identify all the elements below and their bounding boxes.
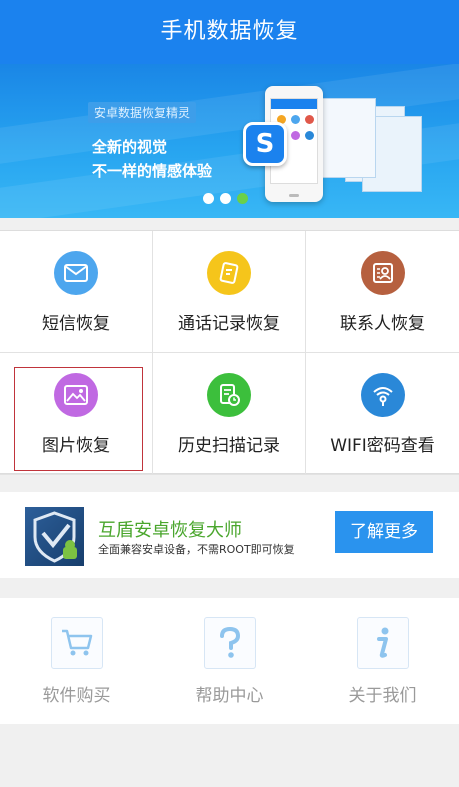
carousel-dot[interactable] [203, 193, 214, 204]
feature-contacts-recovery[interactable]: 联系人恢复 [306, 231, 459, 353]
app-logo-icon: S [243, 122, 287, 166]
banner-slogan-line2: 不一样的情感体验 [92, 162, 213, 180]
feature-scan-history[interactable]: 历史扫描记录 [153, 353, 306, 475]
banner-tag: 安卓数据恢复精灵 [88, 102, 197, 123]
feature-label: 通话记录恢复 [178, 314, 280, 334]
menu-item-label: 关于我们 [348, 686, 417, 706]
feature-label: 联系人恢复 [340, 314, 425, 334]
menu-item-about[interactable]: 关于我们 [306, 598, 459, 724]
cart-icon [50, 617, 103, 669]
promo-card[interactable]: 互盾安卓恢复大师 全面兼容安卓设备，不需ROOT即可恢复 了解更多 [0, 492, 459, 578]
bottom-menu: 软件购买 帮助中心 关于我们 [0, 598, 459, 724]
carousel-indicator[interactable] [203, 193, 248, 204]
shield-logo-icon [25, 507, 84, 566]
contact-card-icon [360, 251, 405, 295]
feature-label: 历史扫描记录 [178, 436, 280, 456]
feature-call-log-recovery[interactable]: 通话记录恢复 [153, 231, 306, 353]
app-title: 手机数据恢复 [160, 19, 299, 44]
feature-label: 图片恢复 [42, 436, 110, 456]
banner-slogan-line1: 全新的视觉 [92, 138, 168, 156]
feature-label: 短信恢复 [42, 314, 110, 334]
promo-title: 互盾安卓恢复大师 [98, 520, 242, 541]
feature-grid: 短信恢复 通话记录恢复 联系人恢复 图片恢复 历史扫描记录 WIFI密码查看 [0, 230, 459, 475]
envelope-icon [54, 251, 98, 295]
wifi-lock-icon [360, 373, 405, 417]
question-icon [203, 617, 256, 669]
history-doc-icon [207, 373, 251, 417]
image-icon [54, 373, 98, 417]
banner-screenshot-card [318, 98, 376, 178]
learn-more-button[interactable]: 了解更多 [335, 511, 433, 553]
feature-sms-recovery[interactable]: 短信恢复 [0, 231, 153, 353]
phone-note-icon [207, 251, 251, 295]
promo-subtitle: 全面兼容安卓设备，不需ROOT即可恢复 [98, 543, 295, 556]
promo-banner[interactable]: 安卓数据恢复精灵 全新的视觉 不一样的情感体验 S [0, 64, 459, 218]
feature-photo-recovery[interactable]: 图片恢复 [0, 353, 153, 475]
feature-wifi-password[interactable]: WIFI密码查看 [306, 353, 459, 475]
feature-label: WIFI密码查看 [330, 436, 435, 456]
carousel-dot-active[interactable] [237, 193, 248, 204]
carousel-dot[interactable] [220, 193, 231, 204]
menu-item-label: 帮助中心 [195, 686, 264, 706]
menu-item-purchase[interactable]: 软件购买 [0, 598, 153, 724]
app-header: 手机数据恢复 [0, 0, 459, 64]
info-icon [356, 617, 409, 669]
menu-item-label: 软件购买 [42, 686, 111, 706]
menu-item-help[interactable]: 帮助中心 [153, 598, 306, 724]
